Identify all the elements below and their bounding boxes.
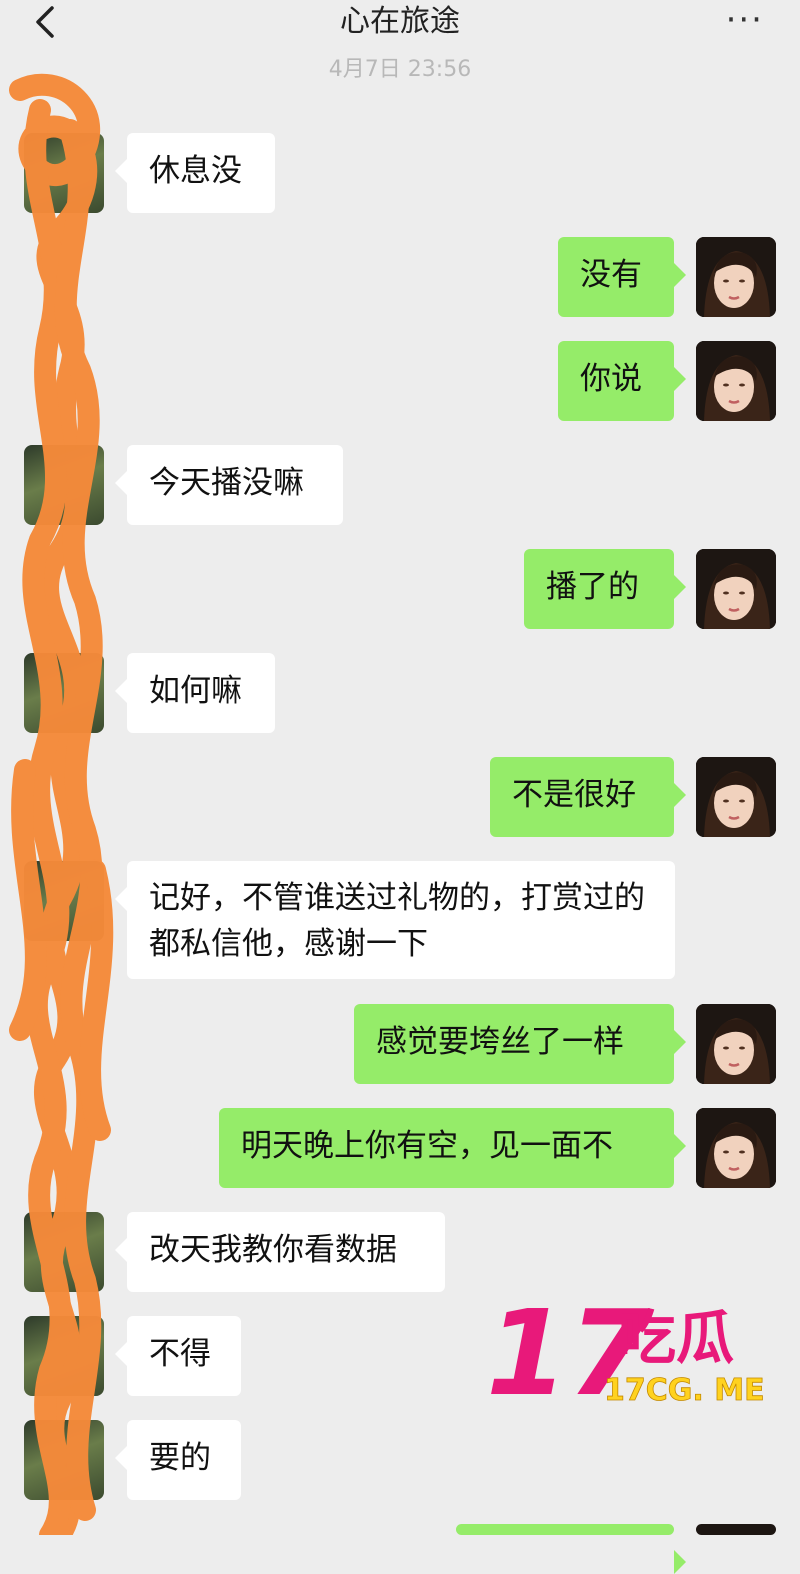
user-avatar[interactable] — [696, 1004, 776, 1084]
message-bubble-outgoing-partial[interactable] — [456, 1524, 686, 1574]
watermark-logo: 17 吃瓜 17CG. ME — [486, 1284, 786, 1422]
chat-header: 心在旅途 ··· — [0, 0, 800, 48]
message-bubble-outgoing[interactable]: 不是很好 — [490, 757, 686, 837]
user-avatar[interactable] — [696, 757, 776, 837]
user-avatar-image — [696, 237, 776, 317]
redaction-scribble — [9, 73, 114, 1535]
user-avatar-image — [696, 549, 776, 629]
watermark-chinese: 吃瓜 — [618, 1304, 734, 1372]
user-avatar[interactable] — [696, 237, 776, 317]
message-bubble-incoming[interactable]: 休息没 — [115, 133, 275, 213]
message-bubble-incoming[interactable]: 改天我教你看数据 — [115, 1212, 445, 1292]
user-avatar-image — [696, 757, 776, 837]
user-avatar[interactable] — [696, 1108, 776, 1188]
message-bubble-outgoing[interactable]: 播了的 — [524, 549, 686, 629]
user-avatar-image — [696, 1108, 776, 1188]
watermark-graphic: 17 吃瓜 17CG. ME — [486, 1284, 765, 1422]
message-bubble-outgoing[interactable]: 感觉要垮丝了一样 — [354, 1004, 686, 1084]
message-bubble-incoming[interactable]: 不得 — [115, 1316, 241, 1396]
message-bubble-incoming[interactable]: 记好，不管谁送过礼物的，打赏过的都私信他，感谢一下 — [115, 861, 675, 979]
user-avatar-image — [696, 1004, 776, 1084]
message-bubble-incoming[interactable]: 如何嘛 — [115, 653, 275, 733]
message-bubble-incoming[interactable]: 要的 — [115, 1420, 241, 1500]
user-avatar[interactable] — [696, 341, 776, 421]
message-bubble-incoming[interactable]: 今天播没嘛 — [115, 445, 343, 525]
message-bubble-outgoing[interactable]: 没有 — [558, 237, 686, 317]
user-avatar-image — [696, 341, 776, 421]
message-bubble-outgoing[interactable]: 明天晚上你有空，见一面不 — [219, 1108, 686, 1188]
message-bubble-outgoing[interactable]: 你说 — [558, 341, 686, 421]
chat-title: 心在旅途 — [340, 4, 460, 39]
user-avatar[interactable] — [696, 1524, 776, 1535]
more-options-button[interactable]: ··· — [726, 2, 764, 38]
watermark-domain: 17CG. ME — [604, 1373, 765, 1408]
user-avatar[interactable] — [696, 549, 776, 629]
